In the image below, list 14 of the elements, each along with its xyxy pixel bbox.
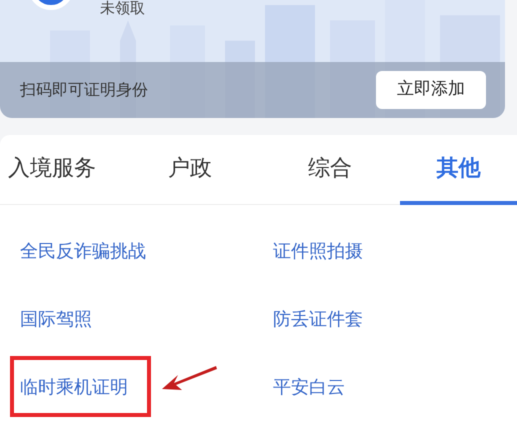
status-text: 未领取 xyxy=(100,0,145,16)
service-link[interactable]: 全民反诈骗挑战 xyxy=(20,238,146,264)
arrow-icon xyxy=(160,363,218,393)
hint-text: 扫码即可证明身份 xyxy=(20,79,148,101)
service-link[interactable]: 国际驾照 xyxy=(20,306,92,332)
service-link[interactable]: 防丢证件套 xyxy=(273,306,363,332)
tab[interactable]: 其他 xyxy=(400,135,517,205)
tab[interactable]: 综合 xyxy=(260,135,400,205)
service-link[interactable]: 证件照拍摄 xyxy=(273,238,363,264)
service-link[interactable]: 临时乘机证明 xyxy=(20,374,128,400)
tab[interactable]: 入境服务 xyxy=(0,135,120,205)
service-link[interactable]: 平安白云 xyxy=(273,374,345,400)
tab[interactable]: 户政 xyxy=(120,135,260,205)
add-button[interactable]: 立即添加 xyxy=(376,71,486,109)
